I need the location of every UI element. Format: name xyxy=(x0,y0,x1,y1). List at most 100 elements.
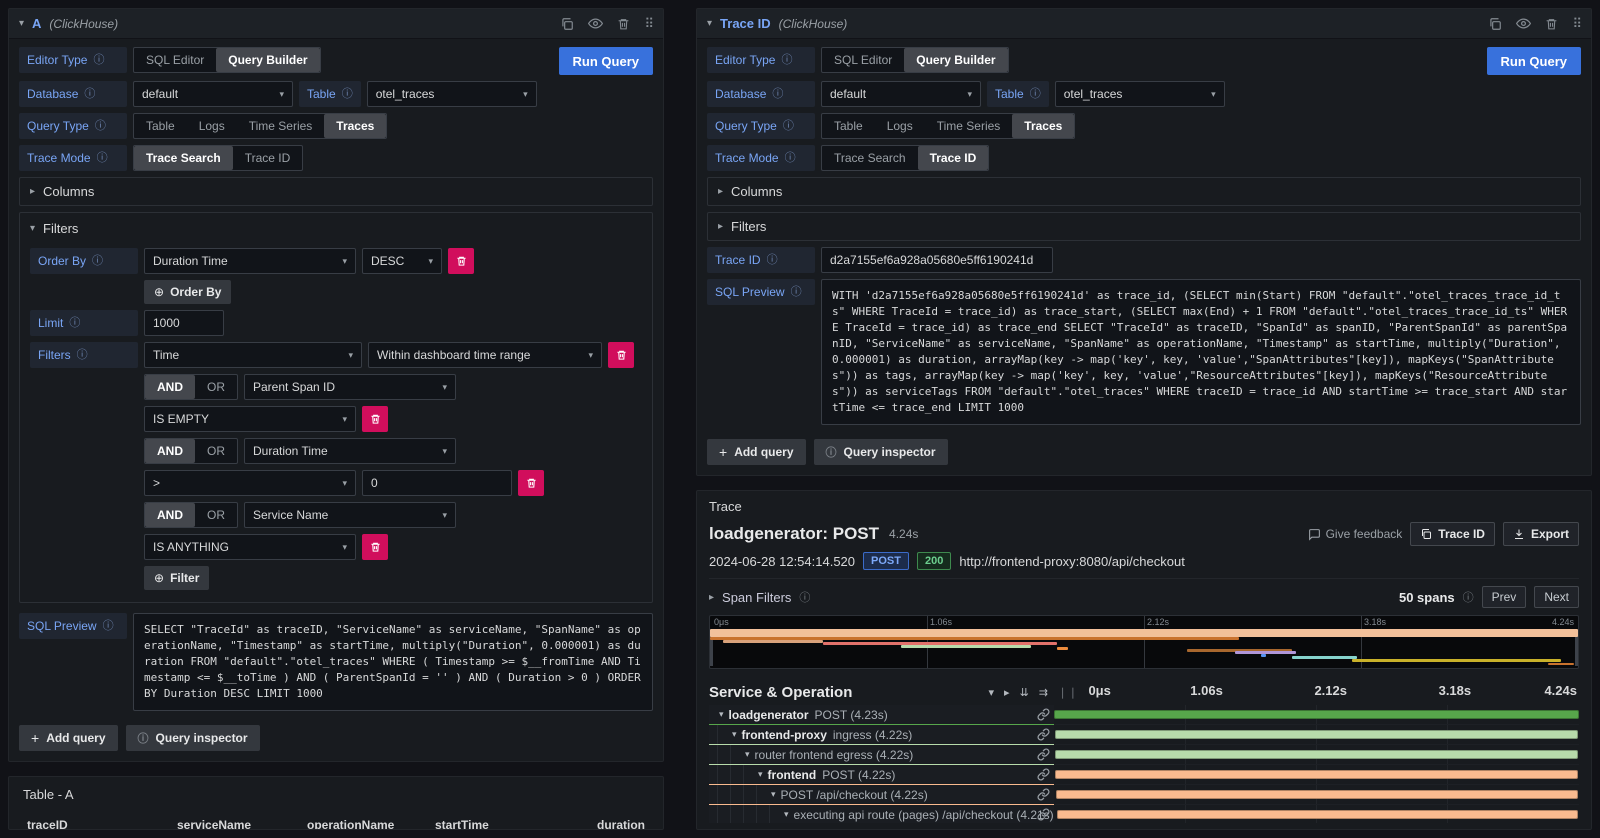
column-header-traceid[interactable]: traceID xyxy=(21,818,171,831)
query-inspector-button[interactable]: ⓘQuery inspector xyxy=(814,439,948,465)
collapse-query-icon[interactable]: ▾ xyxy=(707,18,712,29)
expand-one-icon[interactable]: ▸ xyxy=(1004,686,1010,699)
span-row[interactable]: ▾frontend-proxyingress (4.22s) xyxy=(709,725,1579,745)
chevron-down-icon[interactable]: ▾ xyxy=(745,749,755,760)
filter1-operator-select[interactable]: IS EMPTY▾ xyxy=(144,406,356,432)
span-row[interactable]: ▾loadgeneratorPOST (4.23s) xyxy=(709,705,1579,725)
database-select[interactable]: default▾ xyxy=(133,81,293,107)
span-row[interactable]: ▾frontendPOST (4.22s) xyxy=(709,765,1579,785)
next-span-button[interactable]: Next xyxy=(1534,586,1579,608)
chevron-down-icon[interactable]: ▾ xyxy=(732,729,742,740)
span-duration-bar[interactable] xyxy=(1055,750,1579,759)
export-button[interactable]: Export xyxy=(1503,522,1579,546)
query-type-traces[interactable]: Traces xyxy=(324,114,386,138)
span-name-cell[interactable]: ▾frontend-proxyingress (4.22s) xyxy=(709,725,1054,745)
column-resize-handle[interactable]: ❘❘ xyxy=(1054,686,1082,699)
hide-query-icon[interactable] xyxy=(588,16,603,31)
span-duration-bar[interactable] xyxy=(1054,710,1579,719)
remove-filter1-button[interactable] xyxy=(362,406,388,432)
info-icon[interactable]: ⓘ xyxy=(92,248,103,274)
span-link-icon[interactable] xyxy=(1037,728,1050,741)
filter1-field-select[interactable]: Parent Span ID▾ xyxy=(244,374,456,400)
table-select[interactable]: otel_traces▾ xyxy=(367,81,537,107)
chevron-down-icon[interactable]: ▾ xyxy=(719,709,729,720)
query-builder-option[interactable]: Query Builder xyxy=(216,48,319,72)
or-option[interactable]: OR xyxy=(195,375,237,399)
run-query-button[interactable]: Run Query xyxy=(559,47,653,75)
info-icon[interactable]: ⓘ xyxy=(767,247,778,273)
span-link-icon[interactable] xyxy=(1037,748,1050,761)
info-icon[interactable]: ⓘ xyxy=(93,47,104,73)
span-name-cell[interactable]: ▾frontendPOST (4.22s) xyxy=(709,765,1054,785)
span-bar-area[interactable] xyxy=(1054,705,1579,725)
filter-time-value-select[interactable]: Within dashboard time range▾ xyxy=(368,342,602,368)
query-header-a[interactable]: ▾ A (ClickHouse) ⠿ xyxy=(9,9,663,39)
info-icon[interactable]: ⓘ xyxy=(1463,589,1474,605)
order-by-field-select[interactable]: Duration Time▾ xyxy=(144,248,356,274)
filter-time-field-select[interactable]: Time▾ xyxy=(144,342,362,368)
filters-section-header[interactable]: ▾ Filters xyxy=(30,219,642,242)
database-select[interactable]: default▾ xyxy=(821,81,981,107)
delete-query-icon[interactable] xyxy=(1545,17,1558,31)
span-bar-area[interactable] xyxy=(1054,785,1579,805)
trace-mode-search[interactable]: Trace Search xyxy=(822,146,918,170)
filter2-value-input[interactable]: 0 xyxy=(362,470,512,496)
query-type-logs[interactable]: Logs xyxy=(187,114,237,138)
and-option[interactable]: AND xyxy=(145,503,195,527)
hide-query-icon[interactable] xyxy=(1516,16,1531,31)
span-link-icon[interactable] xyxy=(1037,708,1050,721)
info-icon[interactable]: ⓘ xyxy=(69,310,80,336)
table-select[interactable]: otel_traces▾ xyxy=(1055,81,1225,107)
info-icon[interactable]: ⓘ xyxy=(785,145,796,171)
query-type-timeseries[interactable]: Time Series xyxy=(237,114,325,138)
span-link-icon[interactable] xyxy=(1037,788,1050,801)
span-duration-bar[interactable] xyxy=(1057,810,1578,819)
collapse-query-icon[interactable]: ▾ xyxy=(19,18,24,29)
delete-query-icon[interactable] xyxy=(617,17,630,31)
chevron-down-icon[interactable]: ▾ xyxy=(771,789,781,800)
prev-span-button[interactable]: Prev xyxy=(1482,586,1527,608)
span-row[interactable]: ▾router frontend egress (4.22s) xyxy=(709,745,1579,765)
column-header-servicename[interactable]: serviceName xyxy=(171,818,301,831)
info-icon[interactable]: ⓘ xyxy=(791,279,802,305)
query-builder-option[interactable]: Query Builder xyxy=(904,48,1007,72)
span-name-cell[interactable]: ▾POST /api/checkout (4.22s) xyxy=(709,785,1054,805)
add-query-button[interactable]: +Add query xyxy=(707,439,806,465)
query-header-traceid[interactable]: ▾ Trace ID (ClickHouse) ⠿ xyxy=(697,9,1591,39)
chevron-down-icon[interactable]: ▾ xyxy=(758,769,768,780)
query-type-table[interactable]: Table xyxy=(822,114,875,138)
info-icon[interactable]: ⓘ xyxy=(97,145,108,171)
info-icon[interactable]: ⓘ xyxy=(103,613,114,639)
span-name-cell[interactable]: ▾executing api route (pages) /api/checko… xyxy=(709,805,1054,823)
chevron-right-icon[interactable]: ▸ xyxy=(709,592,714,603)
columns-section[interactable]: ▸ Columns xyxy=(19,177,653,206)
info-icon[interactable]: ⓘ xyxy=(772,81,783,107)
span-link-icon[interactable] xyxy=(1037,808,1050,821)
sql-editor-option[interactable]: SQL Editor xyxy=(822,48,904,72)
trace-id-input[interactable]: d2a7155ef6a928a05680e5ff6190241d xyxy=(821,247,1053,273)
add-query-button[interactable]: +Add query xyxy=(19,725,118,751)
remove-filter3-button[interactable] xyxy=(362,534,388,560)
expand-all-icon[interactable]: ⇉ xyxy=(1039,686,1048,699)
limit-input[interactable]: 1000 xyxy=(144,310,224,336)
columns-section[interactable]: ▸ Columns xyxy=(707,177,1581,206)
remove-order-by-button[interactable] xyxy=(448,248,474,274)
drag-query-icon[interactable]: ⠿ xyxy=(644,16,653,32)
query-inspector-button[interactable]: ⓘQuery inspector xyxy=(126,725,260,751)
duplicate-query-icon[interactable] xyxy=(1488,17,1502,31)
add-filter-button[interactable]: ⊕Filter xyxy=(144,566,209,590)
trace-mode-search[interactable]: Trace Search xyxy=(134,146,233,170)
info-icon[interactable]: ⓘ xyxy=(84,81,95,107)
filter3-field-select[interactable]: Service Name▾ xyxy=(244,502,456,528)
span-filters-label[interactable]: Span Filters xyxy=(722,590,791,605)
trace-mode-id[interactable]: Trace ID xyxy=(918,146,989,170)
chevron-down-icon[interactable]: ▾ xyxy=(784,809,794,820)
span-bar-area[interactable] xyxy=(1054,765,1579,785)
run-query-button[interactable]: Run Query xyxy=(1487,47,1581,75)
info-icon[interactable]: ⓘ xyxy=(781,47,792,73)
span-duration-bar[interactable] xyxy=(1056,790,1578,799)
query-type-timeseries[interactable]: Time Series xyxy=(925,114,1013,138)
remove-filter2-button[interactable] xyxy=(518,470,544,496)
or-option[interactable]: OR xyxy=(195,439,237,463)
trace-minimap[interactable]: 0μs1.06s2.12s3.18s4.24s xyxy=(709,615,1579,669)
